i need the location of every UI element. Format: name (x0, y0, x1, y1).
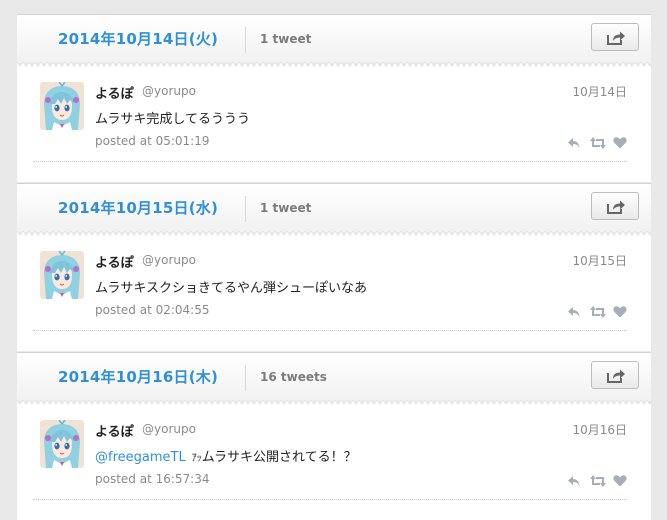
avatar[interactable] (40, 251, 84, 299)
avatar[interactable] (40, 82, 84, 130)
username[interactable]: よるぽ (95, 252, 134, 271)
share-icon (607, 31, 625, 45)
share-icon (607, 369, 625, 383)
share-button[interactable] (591, 361, 639, 389)
avatar-image (40, 82, 84, 130)
tweet-text: ムラサキスクショきてるやん弾シューぽいなあ (95, 277, 367, 296)
share-button[interactable] (591, 192, 639, 220)
share-icon (607, 200, 625, 214)
day-date[interactable]: 2014年10月15日(水) (58, 197, 218, 218)
divider (33, 330, 627, 331)
reply-icon[interactable] (567, 305, 581, 319)
divider (33, 161, 627, 162)
divider (33, 499, 627, 500)
heart-icon[interactable] (613, 136, 627, 149)
avatar[interactable] (40, 420, 84, 468)
share-button[interactable] (591, 23, 639, 51)
day-date[interactable]: 2014年10月16日(木) (58, 366, 218, 387)
timeline: 2014年10月14日(火) 1 tweet よるぽ @yorupo 10月14… (17, 0, 651, 520)
day-date[interactable]: 2014年10月14日(火) (58, 28, 218, 49)
tweet-card: よるぽ @yorupo 10月15日 ムラサキスクショきてるやん弾シューぽいなあ… (17, 236, 651, 351)
tweet-card: よるぽ @yorupo 10月14日 ムラサキ完成してるううう posted a… (17, 67, 651, 182)
tweet-count: 1 tweet (260, 201, 312, 215)
tweet-date[interactable]: 10月15日 (572, 252, 627, 269)
day-header: 2014年10月14日(火) 1 tweet (17, 14, 651, 63)
day-header: 2014年10月15日(水) 1 tweet (17, 183, 651, 232)
heart-icon[interactable] (613, 305, 627, 318)
user-handle[interactable]: @yorupo (142, 422, 196, 436)
username[interactable]: よるぽ (95, 83, 134, 102)
tweet-text: ムラサキ完成してるううう (95, 108, 250, 127)
reply-icon[interactable] (567, 136, 581, 150)
tweet-count: 1 tweet (260, 32, 312, 46)
posted-time[interactable]: posted at 16:57:34 (95, 472, 210, 486)
username[interactable]: よるぽ (95, 421, 134, 440)
mention-link[interactable]: @freegameTL (95, 450, 186, 465)
tweet-actions (567, 474, 627, 488)
tweet-prefix: ｱｯ (191, 453, 202, 464)
user-handle[interactable]: @yorupo (142, 84, 196, 98)
retweet-icon[interactable] (590, 136, 606, 150)
header-divider (245, 27, 246, 53)
avatar-image (40, 420, 84, 468)
user-handle[interactable]: @yorupo (142, 253, 196, 267)
tweet-body: ムラサキ公開されてる！？ (201, 450, 357, 465)
tweet-text: @freegameTL ｱｯムラサキ公開されてる！？ (95, 446, 357, 465)
tweet-actions (567, 305, 627, 319)
avatar-image (40, 251, 84, 299)
tweet-body: ムラサキスクショきてるやん弾シューぽいなあ (95, 281, 367, 296)
heart-icon[interactable] (613, 474, 627, 487)
header-divider (245, 196, 246, 222)
day-header: 2014年10月16日(木) 16 tweets (17, 352, 651, 401)
tweet-date[interactable]: 10月14日 (572, 83, 627, 100)
posted-time[interactable]: posted at 05:01:19 (95, 134, 210, 148)
retweet-icon[interactable] (590, 474, 606, 488)
tweet-count: 16 tweets (260, 370, 327, 384)
reply-icon[interactable] (567, 474, 581, 488)
retweet-icon[interactable] (590, 305, 606, 319)
tweet-date[interactable]: 10月16日 (572, 421, 627, 438)
tweet-body: ムラサキ完成してるううう (95, 112, 250, 127)
posted-time[interactable]: posted at 02:04:55 (95, 303, 210, 317)
header-divider (245, 365, 246, 391)
tweet-card: よるぽ @yorupo 10月16日 @freegameTL ｱｯムラサキ公開され… (17, 405, 651, 520)
tweet-actions (567, 136, 627, 150)
